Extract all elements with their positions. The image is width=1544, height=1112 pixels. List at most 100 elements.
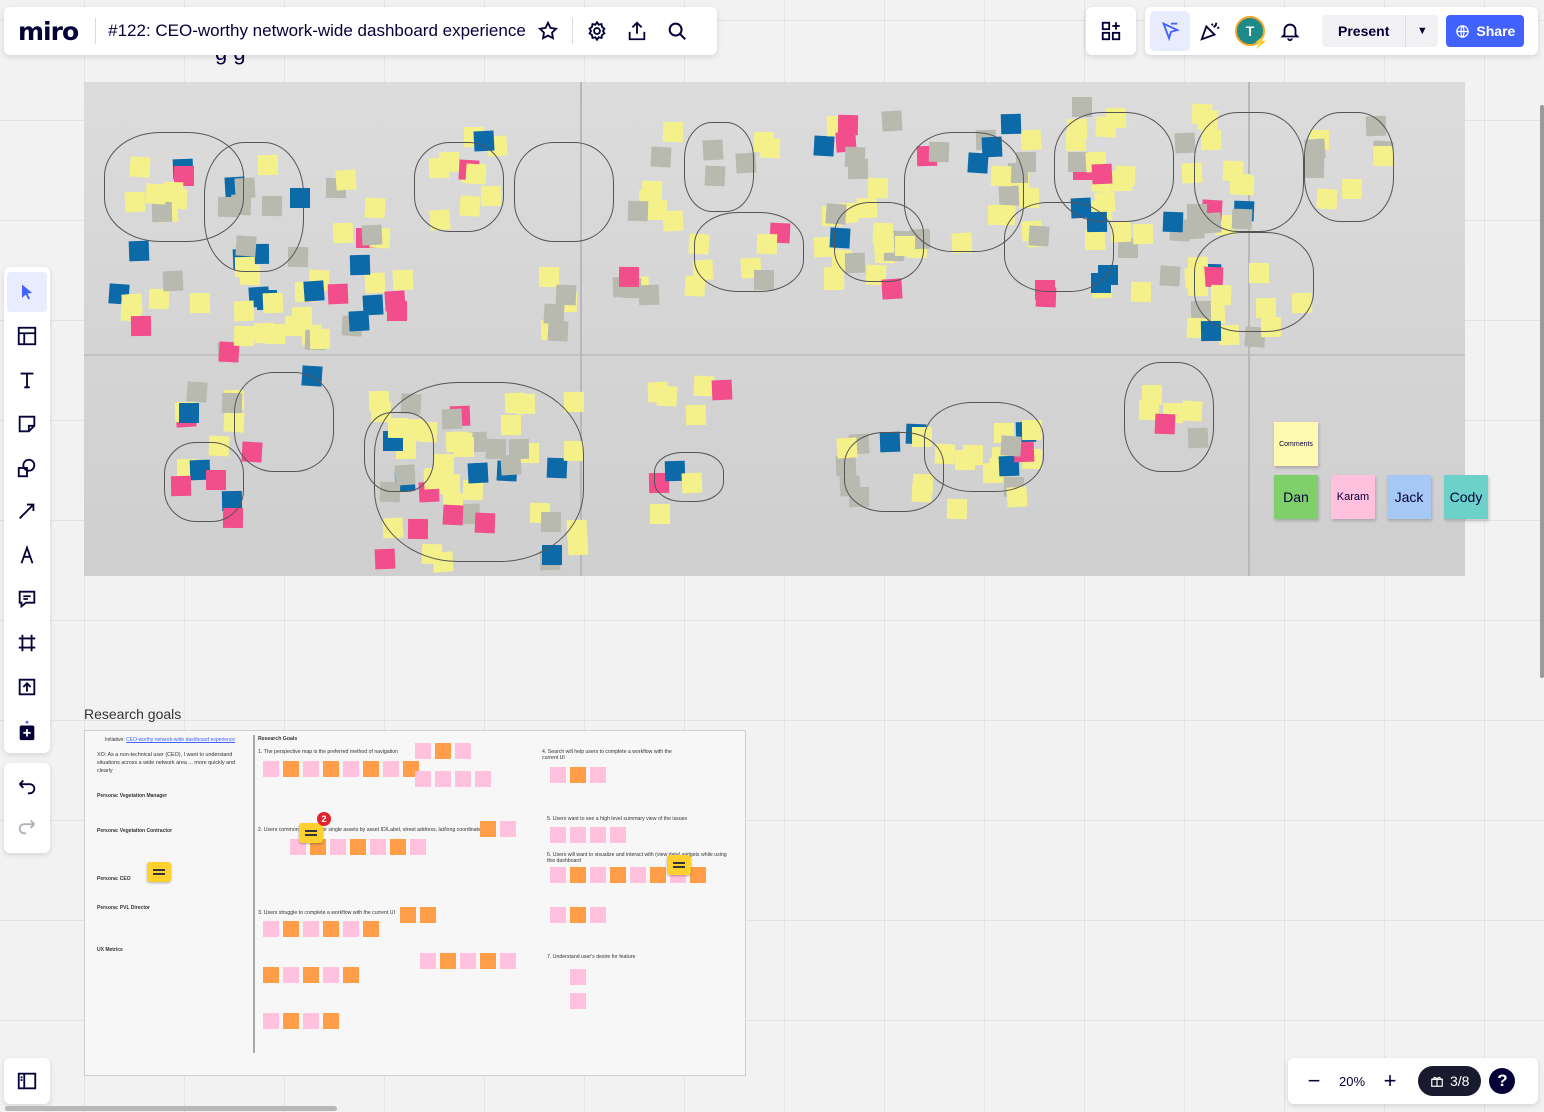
comment-icon[interactable] xyxy=(667,855,691,875)
share-button[interactable]: Share xyxy=(1446,15,1525,47)
gear-icon[interactable] xyxy=(577,11,617,51)
photo-sticky xyxy=(650,146,672,168)
undo-icon[interactable] xyxy=(7,766,47,806)
bolt-icon: ⚡ xyxy=(1253,35,1268,49)
photo-sticky xyxy=(1132,223,1154,245)
intro-text: XO: As a non-technical user (CEO), I wan… xyxy=(97,751,236,774)
photo-sticky xyxy=(364,272,386,294)
frame-sticky xyxy=(363,761,379,777)
legend-karam[interactable]: Karam xyxy=(1331,475,1375,519)
frame-icon[interactable] xyxy=(7,623,47,663)
comment-count-badge: 2 xyxy=(317,812,331,826)
photo-sticky xyxy=(649,503,671,524)
frame-sticky xyxy=(570,827,586,843)
cursor-icon[interactable] xyxy=(1150,11,1190,51)
chevron-down-icon[interactable]: ▼ xyxy=(1406,25,1438,37)
user-avatar[interactable]: T ⚡ xyxy=(1235,16,1268,49)
frame-sticky xyxy=(323,967,339,983)
comment-icon[interactable] xyxy=(7,579,47,619)
photo-sticky xyxy=(946,498,968,519)
share-label: Share xyxy=(1476,23,1516,39)
goal-3: 3. Users struggle to complete a workflow… xyxy=(258,910,395,916)
pen-icon[interactable] xyxy=(7,535,47,575)
celebrate-icon[interactable] xyxy=(1190,11,1230,51)
miro-logo[interactable]: miro xyxy=(18,17,79,46)
photo-sticky xyxy=(148,288,170,309)
search-icon[interactable] xyxy=(657,11,697,51)
hand-drawn-cluster-outline xyxy=(924,402,1044,492)
header-separator xyxy=(571,18,573,44)
hand-drawn-cluster-outline xyxy=(234,372,334,472)
vertical-scrollbar[interactable] xyxy=(1540,105,1544,678)
zoom-in-button[interactable]: + xyxy=(1370,1061,1410,1101)
upload-icon[interactable] xyxy=(617,11,657,51)
photo-sticky xyxy=(656,385,678,407)
upload-icon[interactable] xyxy=(7,667,47,707)
history-toolbar xyxy=(4,763,50,853)
creation-toolbar xyxy=(4,267,50,753)
frame-sticky xyxy=(570,907,586,923)
photo-sticky xyxy=(1000,114,1022,135)
legend-cody[interactable]: Cody xyxy=(1444,475,1488,519)
frame-sticky xyxy=(550,867,566,883)
frame-sticky xyxy=(410,839,426,855)
frame-sticky xyxy=(343,761,359,777)
frame-sticky xyxy=(263,761,279,777)
photo-sticky xyxy=(662,209,684,232)
star-icon[interactable] xyxy=(528,11,568,51)
frames-navigator[interactable]: 3/8 xyxy=(1418,1066,1482,1096)
hand-drawn-cluster-outline xyxy=(1124,362,1214,472)
zoom-out-button[interactable]: − xyxy=(1294,1061,1334,1101)
photo-sticky xyxy=(867,177,888,199)
frame-sticky xyxy=(363,921,379,937)
frame-sticky xyxy=(370,839,386,855)
connection-line-icon[interactable] xyxy=(7,492,47,532)
board-title[interactable]: #122: CEO-worthy network-wide dashboard … xyxy=(108,21,526,41)
frame-title[interactable]: Research goals xyxy=(84,706,181,722)
zoom-level[interactable]: 20% xyxy=(1334,1074,1370,1089)
shapes-icon[interactable] xyxy=(7,448,47,488)
photo-sticky xyxy=(392,269,414,290)
photo-sticky xyxy=(335,168,357,191)
goal-7: 7. Understand user's desire for feature xyxy=(547,954,636,960)
initiative-link[interactable]: CEO-worthy network-wide dashboard experi… xyxy=(126,737,235,743)
select-tool-icon[interactable] xyxy=(7,272,47,312)
frame-sticky xyxy=(590,867,606,883)
photo-sticky xyxy=(539,266,560,287)
bell-icon[interactable] xyxy=(1270,11,1310,51)
hand-drawn-cluster-outline xyxy=(514,142,614,242)
comments-legend-note[interactable]: Comments xyxy=(1274,422,1318,466)
apps-icon[interactable] xyxy=(1091,11,1131,51)
comment-icon[interactable] xyxy=(299,823,323,843)
horizontal-scrollbar[interactable] xyxy=(5,1106,337,1111)
apps-panel xyxy=(1086,7,1136,55)
goal-2: 2. Users commonly search for single asse… xyxy=(258,827,481,833)
frame-sticky xyxy=(550,907,566,923)
frame-sticky xyxy=(460,953,476,969)
legend-jack[interactable]: Jack xyxy=(1387,475,1431,519)
frame-sticky xyxy=(650,867,666,883)
research-brief-doc[interactable]: Initiative: CEO-worthy network-wide dash… xyxy=(85,731,255,1075)
frame-counter: 3/8 xyxy=(1450,1073,1470,1089)
frame-sticky xyxy=(610,827,626,843)
metrics-heading: UX Metrics xyxy=(97,946,123,953)
affinity-map-photo[interactable] xyxy=(84,82,1465,576)
board-panel-toggle[interactable] xyxy=(4,1058,50,1104)
initiative-line: Initiative: CEO-worthy network-wide dash… xyxy=(105,737,243,745)
help-button[interactable]: ? xyxy=(1489,1068,1516,1094)
text-tool-icon[interactable] xyxy=(7,360,47,400)
frame-sticky xyxy=(323,921,339,937)
sticky-note-icon[interactable] xyxy=(7,404,47,444)
templates-icon[interactable] xyxy=(7,316,47,356)
photo-sticky xyxy=(362,294,384,316)
frame-sticky xyxy=(435,743,451,759)
legend-dan[interactable]: Dan xyxy=(1274,475,1318,519)
photo-sticky xyxy=(364,197,386,219)
redo-icon[interactable] xyxy=(7,806,47,846)
research-goals-frame[interactable]: Initiative: CEO-worthy network-wide dash… xyxy=(84,730,746,1076)
photo-sticky xyxy=(186,381,209,403)
more-apps-icon[interactable] xyxy=(7,711,47,751)
present-button[interactable]: Present xyxy=(1322,15,1407,47)
comment-icon[interactable] xyxy=(147,862,171,882)
frame-sticky xyxy=(590,767,606,783)
